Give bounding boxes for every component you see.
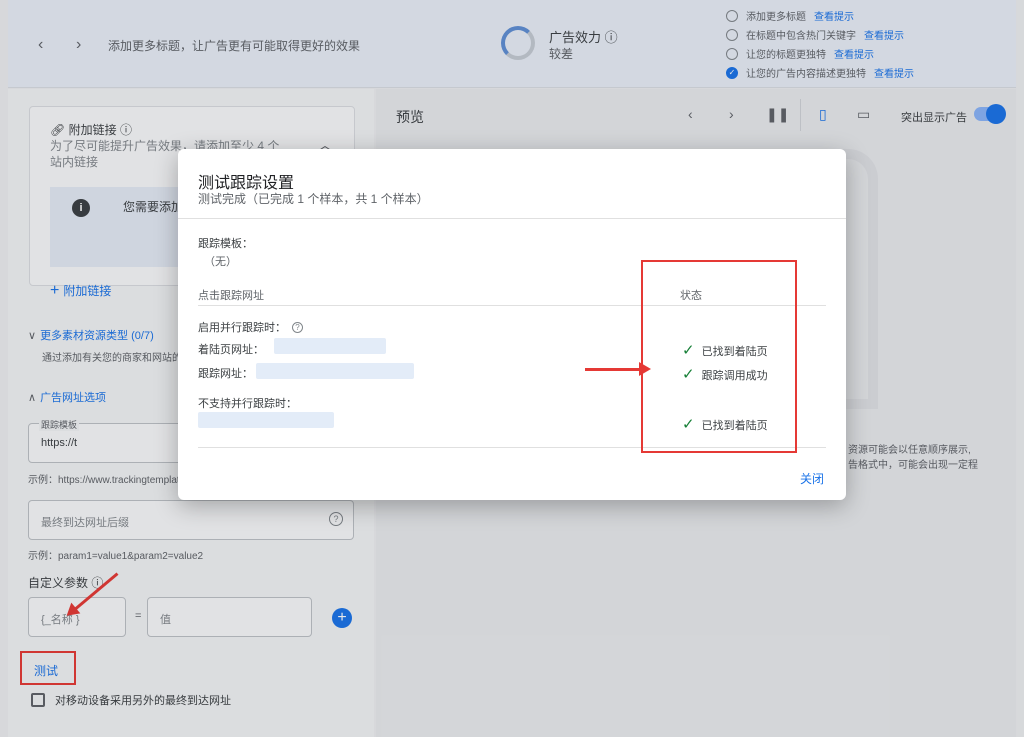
- dialog-subtitle: 测试完成（已完成 1 个样本，共 1 个样本）: [198, 192, 429, 206]
- help-icon[interactable]: ?: [292, 322, 303, 333]
- annotation-highlight-box: [641, 260, 797, 453]
- column-header-url: 点击跟踪网址: [198, 290, 264, 302]
- nonparallel-tracking-label: 不支持并行跟踪时：: [198, 398, 297, 410]
- parallel-tracking-label: 启用并行跟踪时：?: [198, 319, 303, 335]
- template-value: （无）: [204, 256, 237, 268]
- template-label: 跟踪模板：: [198, 238, 253, 250]
- redacted-tracking-url: [256, 363, 414, 379]
- annotation-arrow-icon: [585, 362, 651, 376]
- tracking-url-label: 跟踪网址：: [198, 368, 253, 380]
- close-button[interactable]: 关闭: [800, 470, 824, 487]
- redacted-nonparallel-url: [198, 412, 334, 428]
- divider: [178, 218, 846, 219]
- landing-url-label: 着陆页网址：: [198, 344, 264, 356]
- test-tracking-dialog: 测试跟踪设置 测试完成（已完成 1 个样本，共 1 个样本） 跟踪模板： （无）…: [178, 149, 846, 500]
- redacted-landing-url: [274, 338, 386, 354]
